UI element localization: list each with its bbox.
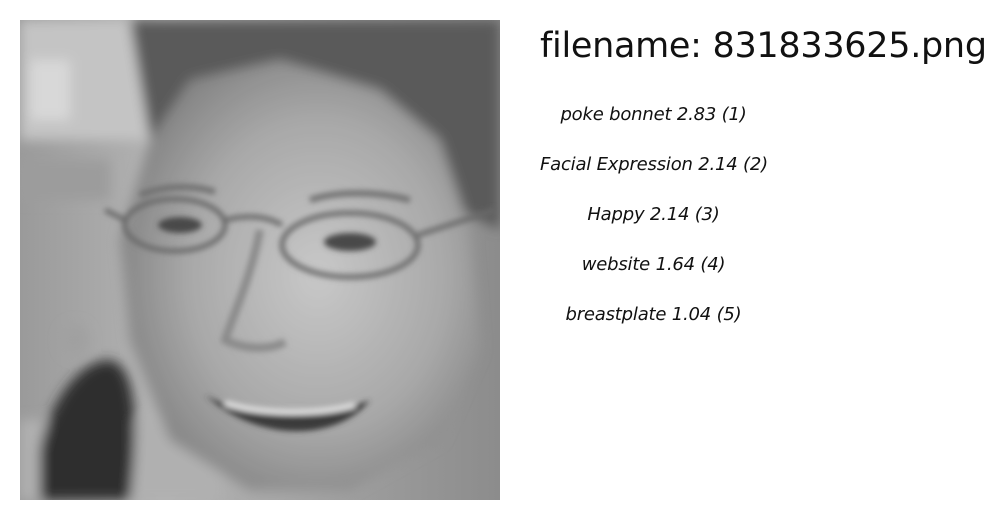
label-list: poke bonnet 2.83 (1) Facial Expression 2… xyxy=(540,100,768,350)
filename-title: filename: 831833625.png xyxy=(540,26,987,66)
label-item: website 1.64 (4) xyxy=(581,254,726,275)
label-item: Happy 2.14 (3) xyxy=(587,204,720,225)
face-photo-drawing xyxy=(20,20,500,500)
label-item: poke bonnet 2.83 (1) xyxy=(560,104,747,125)
label-item: Facial Expression 2.14 (2) xyxy=(540,154,768,175)
face-photo xyxy=(20,20,500,500)
label-item: breastplate 1.04 (5) xyxy=(565,304,742,325)
